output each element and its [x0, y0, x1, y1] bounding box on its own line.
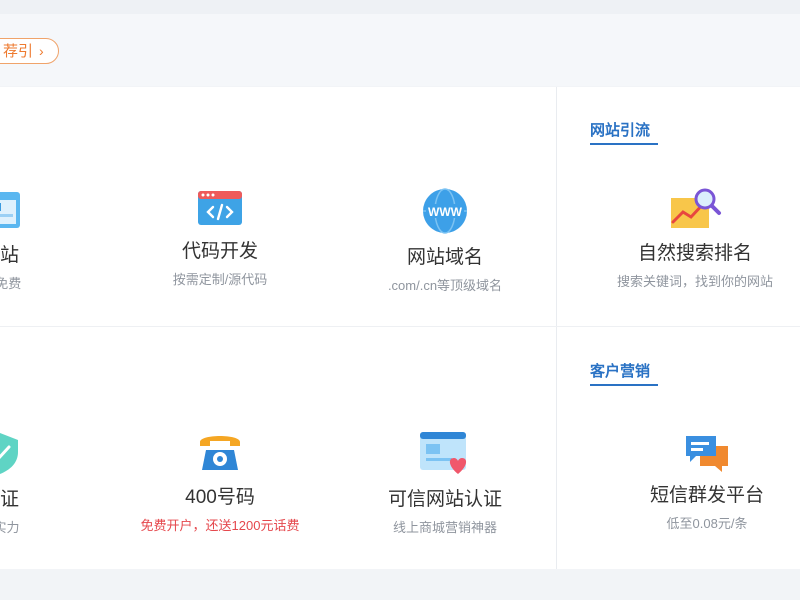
product-card-website-builder[interactable]: 建站 板/免费 — [0, 188, 60, 292]
product-card-seo[interactable]: 自然搜索排名 搜索关键词，找到你的网站 — [600, 186, 790, 290]
product-title: 代码开发 — [181, 241, 258, 262]
product-subtitle: 线上商城营销神器 — [392, 520, 497, 535]
sms-icon — [686, 436, 728, 472]
website-builder-icon — [0, 192, 20, 228]
guide-pill-label: 荐引 — [3, 43, 34, 60]
product-card-sms[interactable]: 短信群发平台 低至0.08元/条 — [612, 432, 800, 532]
section-heading-marketing: 客户营销 — [590, 360, 658, 386]
section-heading-label: 客户营销 — [590, 363, 651, 380]
top-bar — [0, 0, 800, 14]
product-title: 认证 — [0, 489, 19, 510]
svg-text:WWW: WWW — [428, 205, 463, 219]
chevron-right-icon: › — [39, 43, 44, 59]
trusted-site-icon — [420, 432, 467, 474]
product-subtitle: 业实力 — [0, 520, 20, 535]
vertical-divider — [556, 87, 557, 569]
header-strip — [0, 14, 800, 86]
product-card-trusted-site[interactable]: 可信网站认证 线上商城营销神器 — [365, 430, 525, 536]
product-title: 网站域名 — [406, 247, 483, 268]
product-card-certification[interactable]: 认证 业实力 — [0, 430, 60, 536]
guide-pill-button[interactable]: 荐引 › — [0, 38, 59, 64]
product-subtitle-promo: 免费开户，还送1200元话费 — [140, 518, 300, 533]
horizontal-divider — [0, 326, 800, 327]
product-subtitle: 低至0.08元/条 — [666, 516, 748, 531]
section-underline — [590, 143, 658, 145]
product-title: 自然搜索排名 — [637, 243, 752, 264]
section-underline — [590, 384, 658, 386]
product-title: 400号码 — [185, 487, 255, 508]
product-title: 建站 — [0, 245, 19, 266]
section-heading-label: 网站引流 — [590, 122, 651, 139]
product-card-code-dev[interactable]: 代码开发 按需定制/源代码 — [145, 188, 295, 288]
product-title: 可信网站认证 — [387, 489, 502, 510]
product-subtitle: .com/.cn等顶级域名 — [387, 278, 503, 293]
product-subtitle: 搜索关键词，找到你的网站 — [616, 274, 773, 289]
code-icon — [198, 191, 242, 225]
product-title: 短信群发平台 — [649, 485, 764, 506]
product-subtitle: 按需定制/源代码 — [172, 272, 268, 287]
search-chart-icon — [671, 188, 721, 228]
product-card-domain[interactable]: WWW 网站域名 .com/.cn等顶级域名 — [365, 188, 525, 294]
telephone-icon — [200, 436, 240, 470]
product-subtitle: 板/免费 — [0, 276, 22, 291]
section-heading-traffic: 网站引流 — [590, 119, 658, 145]
shield-icon — [0, 433, 18, 474]
product-card-400[interactable]: 400号码 免费开户，还送1200元话费 — [120, 430, 320, 534]
www-globe-icon: WWW — [423, 188, 467, 234]
